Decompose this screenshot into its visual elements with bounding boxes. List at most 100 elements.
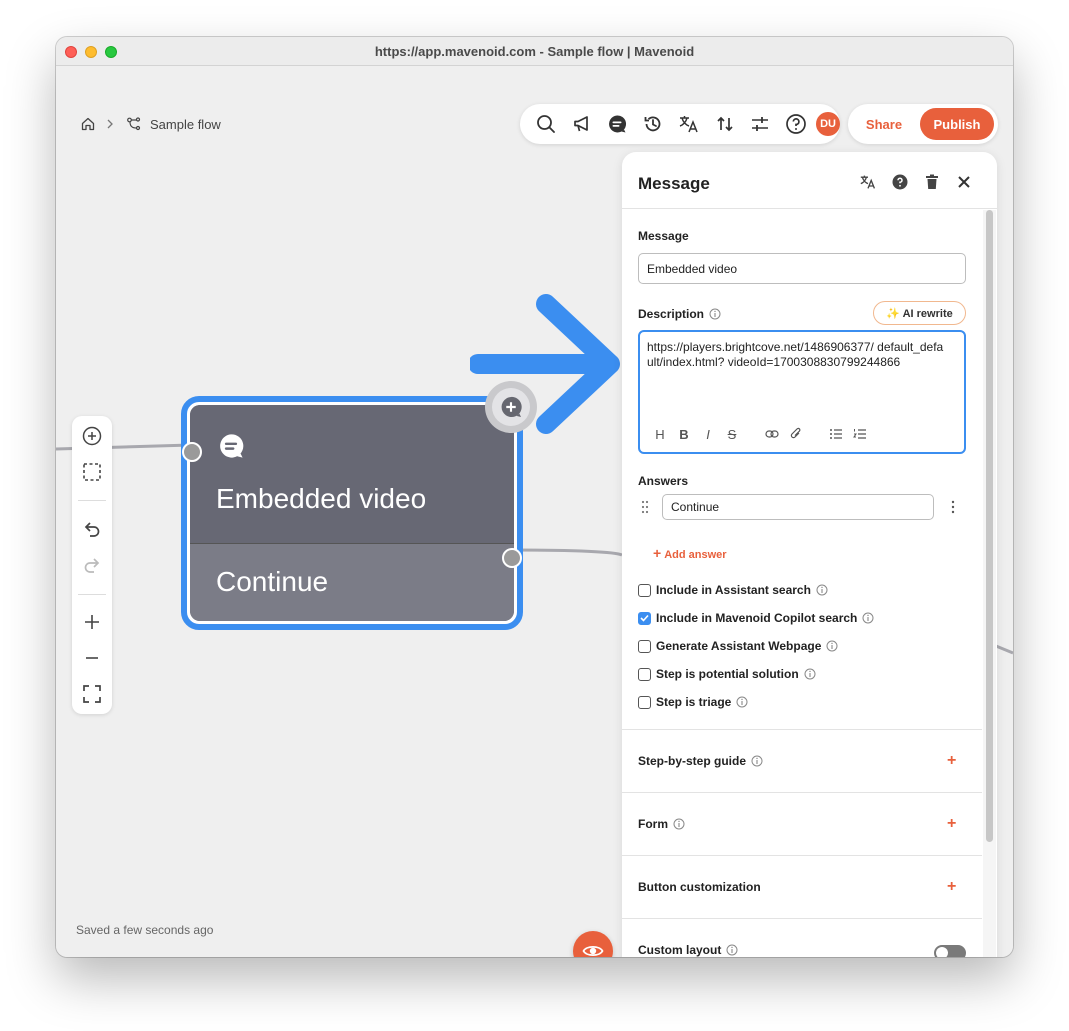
option-potential-solution[interactable]: Step is potential solution: [638, 666, 816, 682]
sliders-icon[interactable]: [743, 106, 779, 142]
add-step-guide-button[interactable]: +: [947, 752, 956, 770]
section-title: Button customization: [638, 880, 761, 894]
canvas-tools: [72, 416, 112, 714]
output-port[interactable]: [502, 548, 522, 568]
help-icon[interactable]: [778, 106, 814, 142]
help-icon[interactable]: [891, 173, 909, 191]
close-icon[interactable]: [955, 173, 973, 191]
sort-icon[interactable]: [707, 106, 743, 142]
message-node[interactable]: Embedded video Continue: [190, 405, 514, 621]
checkbox[interactable]: [638, 583, 651, 597]
add-button-customization-button[interactable]: +: [947, 878, 956, 896]
info-icon[interactable]: [804, 668, 816, 680]
description-label-text: Description: [638, 307, 705, 321]
drag-handle-icon[interactable]: [641, 500, 649, 514]
description-text[interactable]: https://players.brightcove.net/148690637…: [647, 340, 947, 370]
attachment-icon[interactable]: [784, 426, 808, 442]
publish-button[interactable]: Publish: [920, 108, 994, 140]
checkbox[interactable]: [638, 667, 651, 681]
message-label: Message: [638, 229, 689, 243]
option-assistant-search[interactable]: Include in Assistant search: [638, 582, 828, 598]
option-assistant-webpage[interactable]: Generate Assistant Webpage: [638, 638, 838, 654]
panel-header: Message: [622, 152, 997, 209]
scrollbar-thumb[interactable]: [986, 210, 993, 842]
message-panel: Message Message Description ✨ AI re: [622, 152, 997, 957]
redo-icon[interactable]: [80, 553, 104, 577]
divider: [78, 594, 106, 595]
breadcrumb: Sample flow: [80, 116, 221, 132]
option-label: Generate Assistant Webpage: [656, 639, 822, 653]
option-copilot-search[interactable]: Include in Mavenoid Copilot search: [638, 610, 874, 626]
checkbox[interactable]: [638, 695, 651, 709]
undo-icon[interactable]: [80, 517, 104, 541]
add-node-icon[interactable]: [80, 424, 104, 448]
option-label: Step is potential solution: [656, 667, 799, 681]
save-status: Saved a few seconds ago: [76, 923, 214, 937]
translate-icon[interactable]: [859, 173, 877, 191]
add-form-button[interactable]: +: [947, 815, 956, 833]
megaphone-icon[interactable]: [564, 106, 600, 142]
link-icon[interactable]: [760, 426, 784, 442]
node-title: Embedded video: [216, 483, 427, 514]
translate-icon[interactable]: [671, 106, 707, 142]
section-step-by-step-guide[interactable]: Step-by-step guide +: [622, 729, 982, 792]
section-form[interactable]: Form +: [622, 792, 982, 855]
info-icon[interactable]: [816, 584, 828, 596]
breadcrumb-flow-name[interactable]: Sample flow: [150, 117, 221, 132]
user-avatar[interactable]: DU: [816, 112, 840, 136]
answer-input[interactable]: [662, 494, 934, 520]
add-answer-button[interactable]: + Add answer: [653, 545, 727, 561]
info-icon[interactable]: [826, 640, 838, 652]
info-icon[interactable]: [673, 818, 685, 830]
option-label: Step is triage: [656, 695, 732, 709]
italic-button[interactable]: I: [696, 426, 720, 442]
zoom-out-icon[interactable]: [80, 646, 104, 670]
chat-icon[interactable]: [600, 106, 636, 142]
select-area-icon[interactable]: [80, 460, 104, 484]
numbered-list-icon[interactable]: [848, 426, 872, 442]
checkbox[interactable]: [638, 639, 651, 653]
node-answer-label: Continue: [216, 566, 329, 597]
fit-view-icon[interactable]: [80, 682, 104, 706]
zoom-in-icon[interactable]: [80, 610, 104, 634]
delete-icon[interactable]: [923, 173, 941, 191]
flow-canvas[interactable]: Sample flow DU Share Publish Embedded vi…: [56, 66, 1013, 957]
option-label: Include in Mavenoid Copilot search: [656, 611, 858, 625]
add-answer-label: Add answer: [664, 549, 727, 561]
info-icon[interactable]: [751, 755, 763, 767]
more-options-icon[interactable]: [951, 500, 955, 514]
share-button[interactable]: Share: [852, 117, 916, 132]
checkbox-checked[interactable]: [638, 611, 651, 625]
heading-button[interactable]: H: [648, 426, 672, 442]
option-label: Include in Assistant search: [656, 583, 811, 597]
custom-layout-toggle[interactable]: [934, 945, 966, 957]
info-icon[interactable]: [862, 612, 874, 624]
flow-icon: [126, 116, 142, 132]
strikethrough-button[interactable]: S: [720, 426, 744, 442]
share-publish-group: Share Publish: [848, 104, 998, 144]
chevron-right-icon: [104, 118, 116, 130]
option-triage[interactable]: Step is triage: [638, 694, 748, 710]
section-title-text: Step-by-step guide: [638, 754, 747, 768]
info-icon[interactable]: [709, 308, 721, 320]
bold-button[interactable]: B: [672, 426, 696, 442]
ai-rewrite-button[interactable]: ✨ AI rewrite: [873, 301, 966, 325]
bullet-list-icon[interactable]: [824, 426, 848, 442]
node-answer[interactable]: Continue: [190, 544, 514, 621]
input-port[interactable]: [182, 442, 202, 462]
section-title-text: Form: [638, 817, 668, 831]
info-icon[interactable]: [736, 696, 748, 708]
section-title-text: Custom layout: [638, 943, 722, 957]
chat-icon: [216, 431, 246, 461]
history-icon[interactable]: [635, 106, 671, 142]
info-icon[interactable]: [726, 944, 738, 956]
search-icon[interactable]: [528, 106, 564, 142]
section-custom-layout[interactable]: Custom layout: [622, 918, 982, 957]
home-icon[interactable]: [80, 116, 96, 132]
panel-title: Message: [638, 174, 710, 193]
section-button-customization[interactable]: Button customization +: [622, 855, 982, 918]
message-input[interactable]: [638, 253, 966, 284]
description-label: Description: [638, 307, 721, 321]
browser-window: https://app.mavenoid.com - Sample flow |…: [56, 37, 1013, 957]
description-editor[interactable]: https://players.brightcove.net/148690637…: [638, 330, 966, 454]
